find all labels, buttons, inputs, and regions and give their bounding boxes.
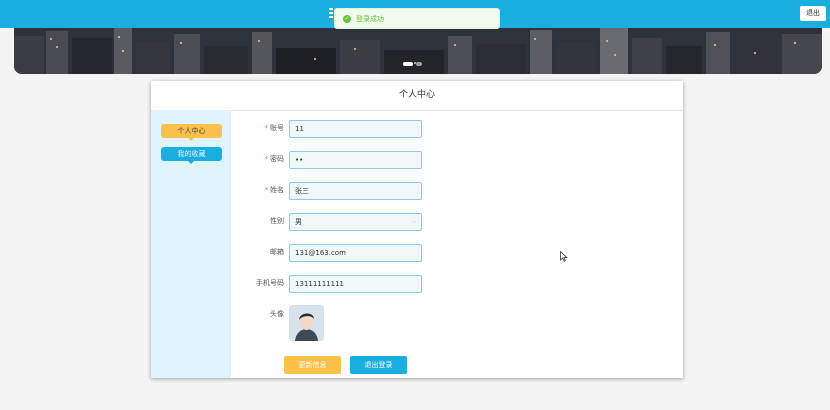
mouse-cursor-icon bbox=[560, 251, 568, 262]
logout-button[interactable]: 退出登录 bbox=[350, 356, 407, 374]
gender-label: 性别 bbox=[270, 217, 284, 225]
city-skyline-image bbox=[14, 28, 822, 74]
account-input[interactable]: 11 bbox=[289, 120, 422, 138]
email-label: 邮箱 bbox=[270, 248, 284, 256]
email-input[interactable]: 131@163.com bbox=[289, 244, 422, 262]
avatar-image bbox=[289, 305, 324, 341]
gender-select[interactable]: 男 ⌵ bbox=[289, 213, 422, 231]
name-label: * 姓名 bbox=[264, 186, 285, 194]
gender-selected-value: 男 bbox=[295, 218, 302, 226]
page-title: 个人中心 bbox=[151, 81, 683, 111]
phone-label: 手机号码 bbox=[256, 279, 284, 287]
avatar-upload[interactable] bbox=[289, 305, 324, 341]
name-input[interactable]: 张三 bbox=[289, 182, 422, 200]
password-input[interactable]: •• bbox=[289, 151, 422, 169]
phone-input[interactable]: 13111111111 bbox=[289, 275, 422, 293]
login-success-toast: ✓ 登录成功 bbox=[334, 8, 500, 29]
banner-carousel bbox=[14, 28, 822, 74]
success-check-icon: ✓ bbox=[343, 14, 351, 23]
toast-message: 登录成功 bbox=[356, 14, 384, 23]
carousel-indicators[interactable] bbox=[403, 62, 422, 66]
password-label: * 密码 bbox=[264, 155, 285, 163]
update-info-button[interactable]: 更新信息 bbox=[284, 356, 341, 374]
avatar-label: 头像 bbox=[270, 310, 284, 318]
chevron-down-icon: ⌵ bbox=[411, 218, 416, 225]
header-logout-button[interactable]: 退出 bbox=[800, 6, 826, 21]
menu-icon[interactable] bbox=[329, 8, 333, 20]
account-label: * 账号 bbox=[264, 124, 285, 132]
